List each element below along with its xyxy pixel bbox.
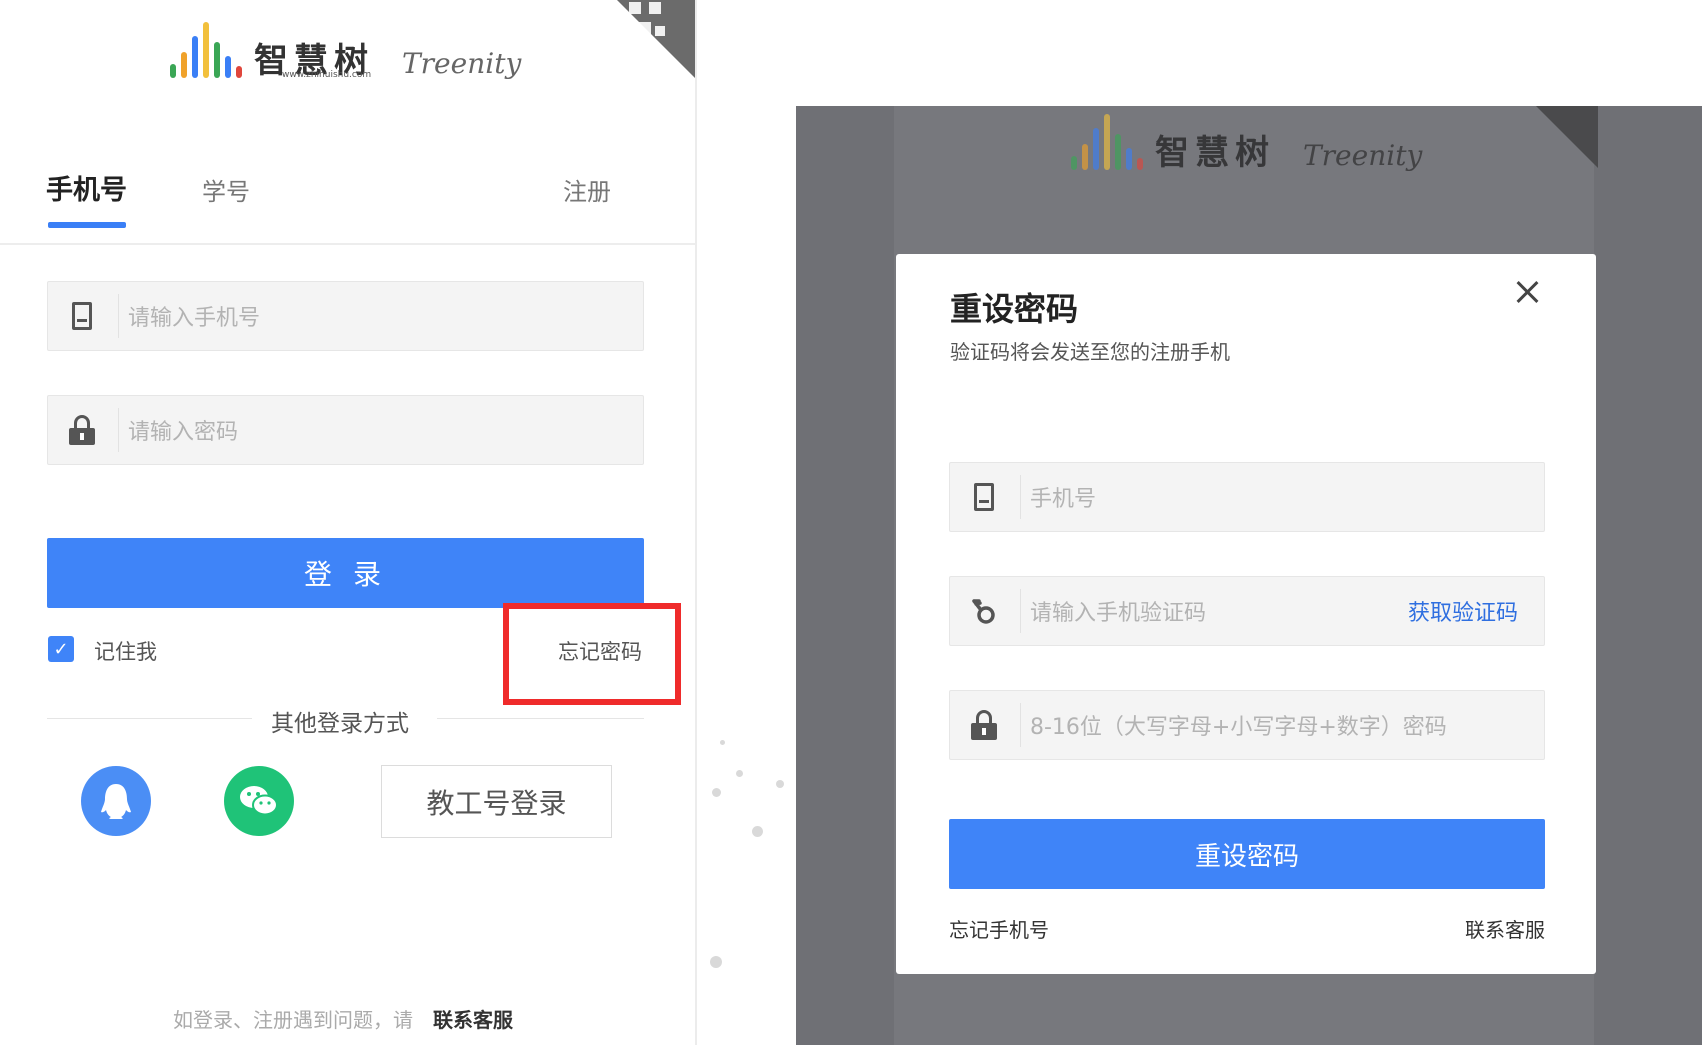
background-logo: 智慧树 Treenity — [1071, 114, 1422, 170]
register-link[interactable]: 注册 — [563, 172, 611, 207]
tab-phone[interactable]: 手机号 — [46, 168, 127, 207]
forgot-password-link[interactable]: 忘记密码 — [558, 636, 642, 666]
tab-underline — [48, 222, 126, 228]
screenshot-stage: 智慧树 Treenity www.zhihuishu.com 手机号 学号 注册… — [0, 0, 1702, 1045]
forgot-phone-link[interactable]: 忘记手机号 — [949, 914, 1049, 943]
other-login-label: 其他登录方式 — [271, 711, 409, 737]
login-panel: 智慧树 Treenity www.zhihuishu.com 手机号 学号 注册… — [0, 0, 697, 1045]
background-qr-corner — [1536, 106, 1598, 168]
key-icon — [970, 594, 998, 628]
password-input[interactable]: 请输入密码 — [47, 395, 644, 465]
modal-subtitle: 验证码将会发送至您的注册手机 — [950, 340, 1230, 364]
contact-support-link[interactable]: 联系客服 — [1465, 914, 1545, 943]
divider-right — [437, 718, 644, 719]
reset-overlay: 智慧树 Treenity 重设密码 验证码将会发送至您的注册手机 手机号 请输入… — [796, 106, 1702, 1045]
password-placeholder: 请输入密码 — [128, 420, 239, 445]
wechat-icon — [240, 786, 278, 816]
phone-icon — [970, 480, 998, 514]
qr-code-icon[interactable] — [629, 2, 669, 40]
verification-code-input[interactable]: 请输入手机验证码 获取验证码 — [949, 576, 1545, 646]
qq-login-button[interactable] — [81, 766, 151, 836]
phone-input[interactable]: 请输入手机号 — [47, 281, 644, 351]
qq-icon — [101, 784, 131, 819]
check-icon: ✓ — [53, 638, 69, 660]
get-code-button[interactable]: 获取验证码 — [1408, 595, 1518, 627]
remember-checkbox[interactable]: ✓ — [48, 636, 74, 662]
tab-student-id[interactable]: 学号 — [202, 172, 250, 207]
reset-password-button[interactable]: 重设密码 — [949, 819, 1545, 889]
new-password-placeholder: 8-16位（大写字母+小写字母+数字）密码 — [1030, 715, 1447, 740]
footer-text: 如登录、注册遇到问题，请 — [173, 1008, 413, 1032]
remember-label: 记住我 — [94, 640, 157, 664]
divider-left — [47, 718, 252, 719]
close-icon[interactable] — [1510, 276, 1544, 310]
footer-contact-link[interactable]: 联系客服 — [433, 1004, 513, 1033]
login-button[interactable]: 登 录 — [47, 538, 644, 608]
reset-phone-placeholder: 手机号 — [1030, 487, 1097, 512]
tab-divider — [0, 243, 695, 245]
lock-icon — [68, 413, 96, 447]
logo-bars-icon — [170, 22, 242, 78]
reset-password-modal: 重设密码 验证码将会发送至您的注册手机 手机号 请输入手机验证码 获取验证码 8… — [896, 254, 1596, 974]
background-logo-english: Treenity — [1303, 139, 1423, 172]
logo-url: www.zhihuishu.com — [282, 70, 372, 80]
lock-icon — [970, 708, 998, 742]
new-password-input[interactable]: 8-16位（大写字母+小写字母+数字）密码 — [949, 690, 1545, 760]
staff-login-button[interactable]: 教工号登录 — [381, 765, 612, 838]
code-placeholder: 请输入手机验证码 — [1030, 601, 1207, 626]
wechat-login-button[interactable] — [224, 766, 294, 836]
modal-title: 重设密码 — [950, 290, 1079, 328]
background-logo-text: 智慧树 — [1155, 133, 1275, 173]
phone-icon — [68, 299, 96, 333]
logo-english: Treenity — [402, 47, 522, 80]
reset-phone-input[interactable]: 手机号 — [949, 462, 1545, 532]
phone-placeholder: 请输入手机号 — [128, 306, 261, 331]
